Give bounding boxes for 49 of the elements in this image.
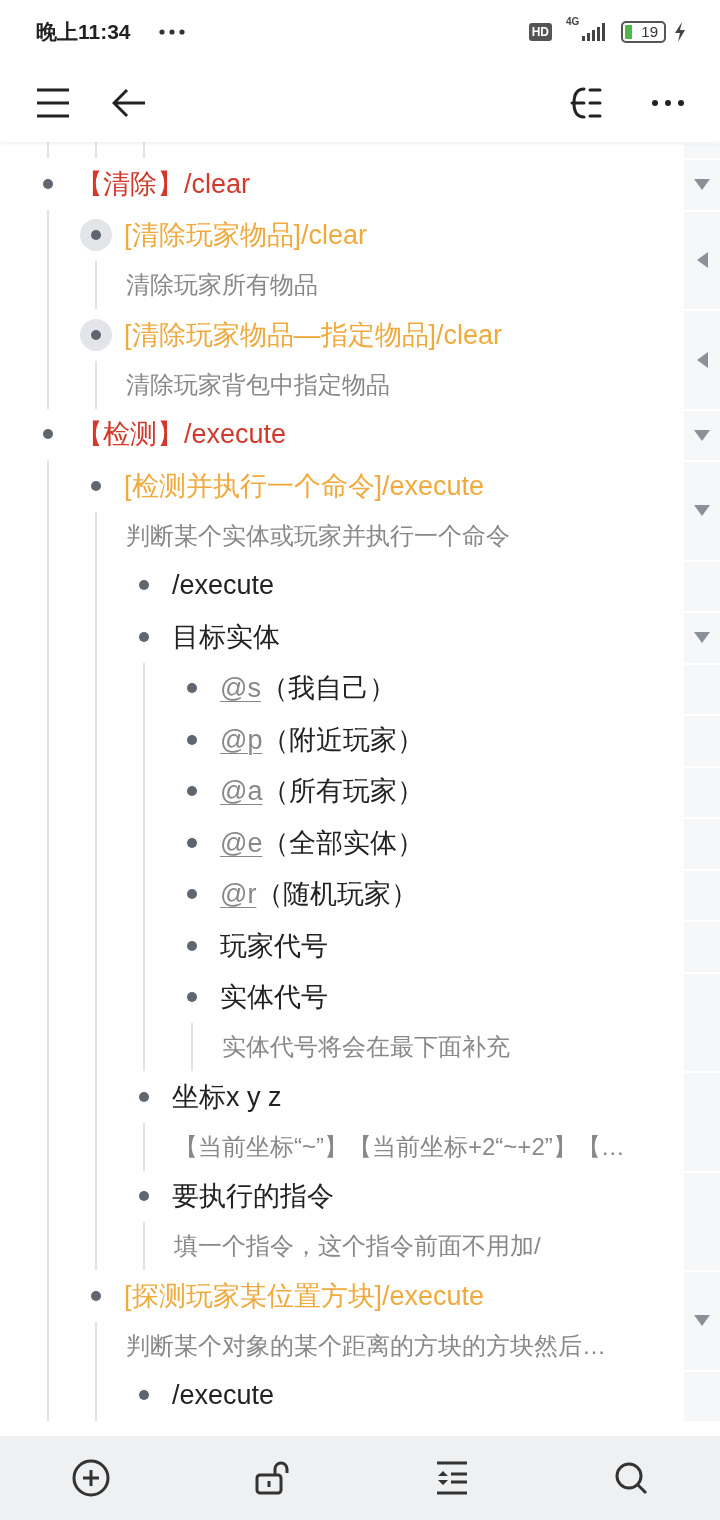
item-note: 清除玩家所有物品 [126, 270, 318, 300]
add-icon[interactable] [72, 1459, 110, 1497]
unlock-icon[interactable] [254, 1460, 291, 1496]
hd-badge: HD [528, 23, 552, 41]
outline-item-text[interactable]: 【检测】/execute [76, 416, 287, 453]
more-notifications-icon [158, 29, 185, 35]
more-options-icon[interactable] [652, 100, 684, 106]
outline-item-text[interactable]: 坐标x y z [172, 1078, 282, 1115]
mention-link[interactable]: @a [220, 776, 263, 807]
bullet-point[interactable] [80, 318, 112, 351]
bullet-point[interactable] [80, 219, 112, 252]
outline-item-text[interactable]: 玩家代号 [220, 927, 328, 964]
item-note: 清除玩家背包中指定物品 [126, 369, 390, 400]
item-note: 判断某个对象的某个距离的方块的方块然后… [126, 1330, 606, 1361]
item-note: 判断某个实体或玩家并执行一个命令 [126, 520, 510, 551]
battery-indicator: 19 [621, 21, 666, 43]
collapse-triangle-icon[interactable] [694, 1315, 710, 1327]
outline-item-text[interactable]: @r（随机玩家） [220, 876, 419, 913]
outline-item-text[interactable]: 实体代号 [220, 979, 328, 1016]
outline-item-text[interactable]: /execute [172, 1379, 275, 1411]
charging-icon [674, 22, 686, 42]
mention-link[interactable]: @p [220, 724, 263, 755]
expand-triangle-icon[interactable] [696, 252, 708, 269]
mention-link[interactable]: @s [220, 673, 261, 704]
outline-item-text[interactable]: /execute [172, 569, 275, 601]
item-note: 实体代号将会在最下面补充 [222, 1032, 510, 1062]
mention-link[interactable]: @e [220, 827, 263, 858]
outline-item-text[interactable]: 目标实体 [172, 618, 280, 655]
outline-item-text[interactable]: @s（我自己） [220, 670, 396, 707]
signal-icon [581, 23, 606, 41]
collapse-list-icon[interactable] [435, 1461, 470, 1495]
outline-item-text[interactable]: @a（所有玩家） [220, 773, 425, 810]
back-arrow-icon[interactable] [112, 88, 146, 118]
mention-link[interactable]: @r [220, 879, 257, 910]
search-icon[interactable] [613, 1461, 648, 1495]
collapse-triangle-icon[interactable] [694, 632, 710, 644]
outline-item-text[interactable]: @p（附近玩家） [220, 721, 425, 758]
collapse-triangle-icon[interactable] [694, 179, 710, 191]
collapse-triangle-icon[interactable] [694, 505, 710, 517]
item-note: 【当前坐标“~”】【当前坐标+2“~+2”】【… [174, 1131, 625, 1162]
outline-item-text[interactable]: @e（全部实体） [220, 824, 425, 861]
outline-item-text[interactable]: 【清除】/clear [76, 165, 251, 202]
expand-triangle-icon[interactable] [696, 351, 708, 368]
menu-icon[interactable] [36, 88, 70, 118]
network-type: 4G [565, 16, 580, 27]
item-note: 填一个指令，这个指令前面不用加/ [174, 1231, 541, 1261]
collapse-triangle-icon[interactable] [694, 429, 710, 441]
outline-item-text[interactable]: 要执行的指令 [172, 1178, 334, 1215]
status-time: 晚上11:34 [36, 19, 131, 45]
